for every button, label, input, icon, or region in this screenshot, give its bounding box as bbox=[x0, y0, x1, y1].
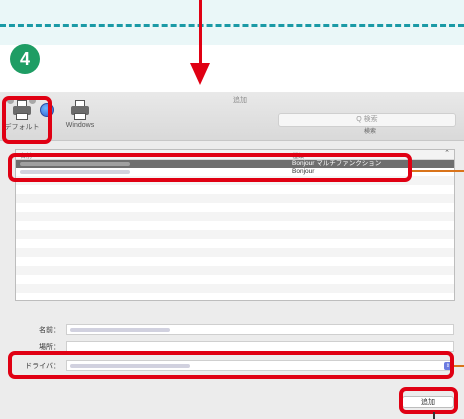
toolbar-windows-label: Windows bbox=[65, 122, 95, 129]
search-caption: 検索 bbox=[363, 129, 376, 135]
highlight-default-tab bbox=[2, 96, 52, 144]
pointer-line bbox=[412, 170, 464, 172]
pointer-line bbox=[433, 412, 435, 419]
name-label: 名前： bbox=[39, 327, 60, 334]
tutorial-screenshot: 4 追加 デフォルト Windows Q 検索 検索 名前 種類 ⌃ Bonjo… bbox=[0, 0, 464, 419]
toolbar-windows-button[interactable]: Windows bbox=[58, 100, 102, 129]
highlight-add-button bbox=[399, 387, 458, 414]
empty-row bbox=[16, 284, 454, 293]
empty-row bbox=[16, 257, 454, 266]
empty-row bbox=[16, 194, 454, 203]
highlight-printer-rows bbox=[8, 153, 412, 182]
highlight-driver-field bbox=[8, 351, 454, 379]
empty-row bbox=[16, 239, 454, 248]
window-title: 追加 bbox=[233, 97, 247, 104]
dashed-divider bbox=[0, 24, 464, 27]
pointer-line bbox=[454, 365, 464, 367]
search-input[interactable]: Q 検索 bbox=[278, 113, 456, 127]
empty-row bbox=[16, 266, 454, 275]
chevron-up-icon[interactable]: ⌃ bbox=[443, 150, 451, 158]
arrow-down-icon bbox=[190, 63, 210, 85]
window-toolbar: 追加 デフォルト Windows Q 検索 検索 bbox=[0, 92, 464, 141]
instruction-banner bbox=[0, 0, 464, 45]
empty-row bbox=[16, 248, 454, 257]
empty-row bbox=[16, 275, 454, 284]
empty-row bbox=[16, 230, 454, 239]
arrow-stem bbox=[199, 0, 202, 64]
printer-icon bbox=[71, 100, 89, 120]
empty-row bbox=[16, 293, 454, 300]
step-badge: 4 bbox=[10, 44, 40, 74]
empty-row bbox=[16, 203, 454, 212]
empty-row bbox=[16, 185, 454, 194]
name-field[interactable] bbox=[66, 324, 454, 335]
empty-row bbox=[16, 221, 454, 230]
empty-row bbox=[16, 212, 454, 221]
